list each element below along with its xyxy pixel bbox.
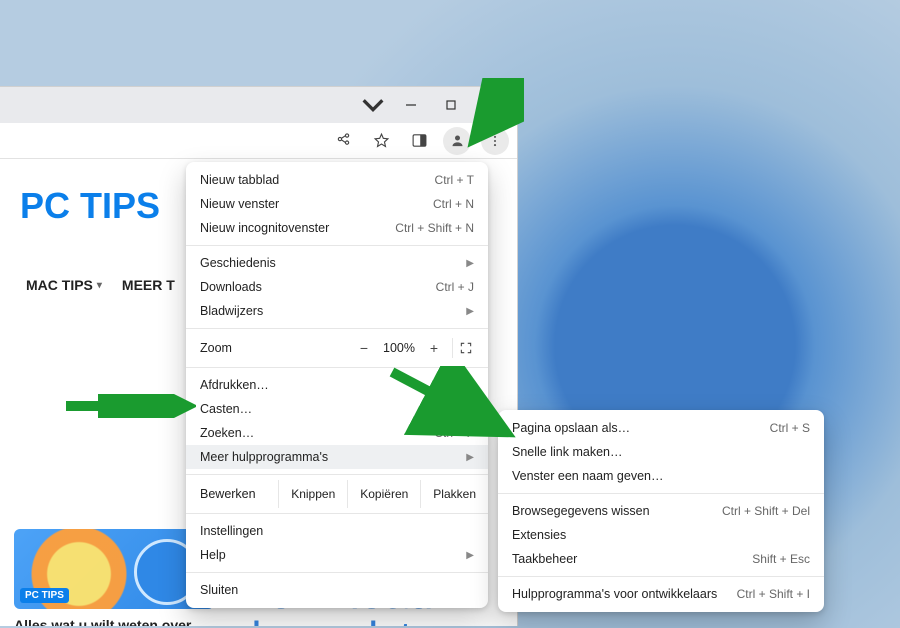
zoom-in-button[interactable]: +: [420, 340, 448, 356]
titlebar: [0, 87, 517, 123]
chrome-main-menu: Nieuw tabbladCtrl + T Nieuw vensterCtrl …: [186, 162, 488, 608]
menu-edit-row: Bewerken Knippen Kopiëren Plakken: [186, 480, 488, 508]
menu-incognito[interactable]: Nieuw incognitovensterCtrl + Shift + N: [186, 216, 488, 240]
bookmark-star-icon[interactable]: [367, 127, 395, 155]
submenu-arrow-icon: ▶: [466, 550, 474, 561]
submenu-create-shortcut[interactable]: Snelle link maken…: [498, 440, 824, 464]
zoom-value: 100%: [378, 341, 420, 355]
submenu-extensions[interactable]: Extensies: [498, 523, 824, 547]
hero-line2: de snelste: [236, 615, 436, 626]
profile-avatar-icon[interactable]: [443, 127, 471, 155]
zoom-label: Zoom: [200, 341, 350, 355]
nav-meer[interactable]: MEER T: [122, 277, 175, 293]
menu-separator: [498, 576, 824, 577]
menu-separator: [498, 493, 824, 494]
kebab-menu-button[interactable]: [481, 127, 509, 155]
menu-help[interactable]: Help▶: [186, 543, 488, 567]
menu-history[interactable]: Geschiedenis▶: [186, 251, 488, 275]
fullscreen-button[interactable]: [452, 338, 478, 358]
card-badge: PC TIPS: [20, 588, 69, 603]
chevron-down-icon: ▾: [97, 280, 102, 291]
minimize-button[interactable]: [391, 91, 431, 119]
submenu-arrow-icon: ▶: [466, 258, 474, 269]
menu-separator: [186, 245, 488, 246]
edit-paste-button[interactable]: Plakken: [420, 480, 488, 508]
tab-search-button[interactable]: [359, 91, 387, 119]
sidepanel-icon[interactable]: [405, 127, 433, 155]
menu-bookmarks[interactable]: Bladwijzers▶: [186, 299, 488, 323]
submenu-developer-tools[interactable]: Hulpprogramma's voor ontwikkelaarsCtrl +…: [498, 582, 824, 606]
close-button[interactable]: [471, 91, 511, 119]
menu-separator: [186, 474, 488, 475]
menu-cast[interactable]: Casten…: [186, 397, 488, 421]
article-thumbnail: PC TIPS: [14, 529, 214, 609]
menu-separator: [186, 572, 488, 573]
menu-new-window[interactable]: Nieuw vensterCtrl + N: [186, 192, 488, 216]
maximize-button[interactable]: [431, 91, 471, 119]
more-tools-submenu: Pagina opslaan als…Ctrl + S Snelle link …: [498, 410, 824, 612]
menu-separator: [186, 513, 488, 514]
submenu-arrow-icon: ▶: [466, 306, 474, 317]
article-card[interactable]: PC TIPS Alles wat u wilt weten over Wind…: [14, 529, 214, 626]
zoom-out-button[interactable]: −: [350, 340, 378, 356]
browser-toolbar: [0, 123, 517, 159]
submenu-task-manager[interactable]: TaakbeheerShift + Esc: [498, 547, 824, 571]
menu-separator: [186, 328, 488, 329]
menu-new-tab[interactable]: Nieuw tabbladCtrl + T: [186, 168, 488, 192]
nav-label: MEER T: [122, 277, 175, 293]
menu-more-tools[interactable]: Meer hulpprogramma's▶: [186, 445, 488, 469]
submenu-save-page-as[interactable]: Pagina opslaan als…Ctrl + S: [498, 416, 824, 440]
menu-print[interactable]: Afdrukken…Ctrl + P: [186, 373, 488, 397]
menu-settings[interactable]: Instellingen: [186, 519, 488, 543]
menu-find[interactable]: Zoeken…Ctrl + F: [186, 421, 488, 445]
edit-cut-button[interactable]: Knippen: [278, 480, 347, 508]
edit-label: Bewerken: [200, 487, 278, 501]
submenu-arrow-icon: ▶: [466, 452, 474, 463]
edit-copy-button[interactable]: Kopiëren: [347, 480, 420, 508]
share-icon[interactable]: [329, 127, 357, 155]
nav-label: MAC TIPS: [26, 277, 93, 293]
menu-exit[interactable]: Sluiten: [186, 578, 488, 602]
article-title: Alles wat u wilt weten over Windows Defe…: [14, 617, 214, 626]
nav-mac-tips[interactable]: MAC TIPS ▾: [26, 277, 102, 293]
menu-separator: [186, 367, 488, 368]
menu-downloads[interactable]: DownloadsCtrl + J: [186, 275, 488, 299]
menu-zoom-row: Zoom − 100% +: [186, 334, 488, 362]
submenu-name-window[interactable]: Venster een naam geven…: [498, 464, 824, 488]
submenu-clear-browsing-data[interactable]: Browsegegevens wissenCtrl + Shift + Del: [498, 499, 824, 523]
